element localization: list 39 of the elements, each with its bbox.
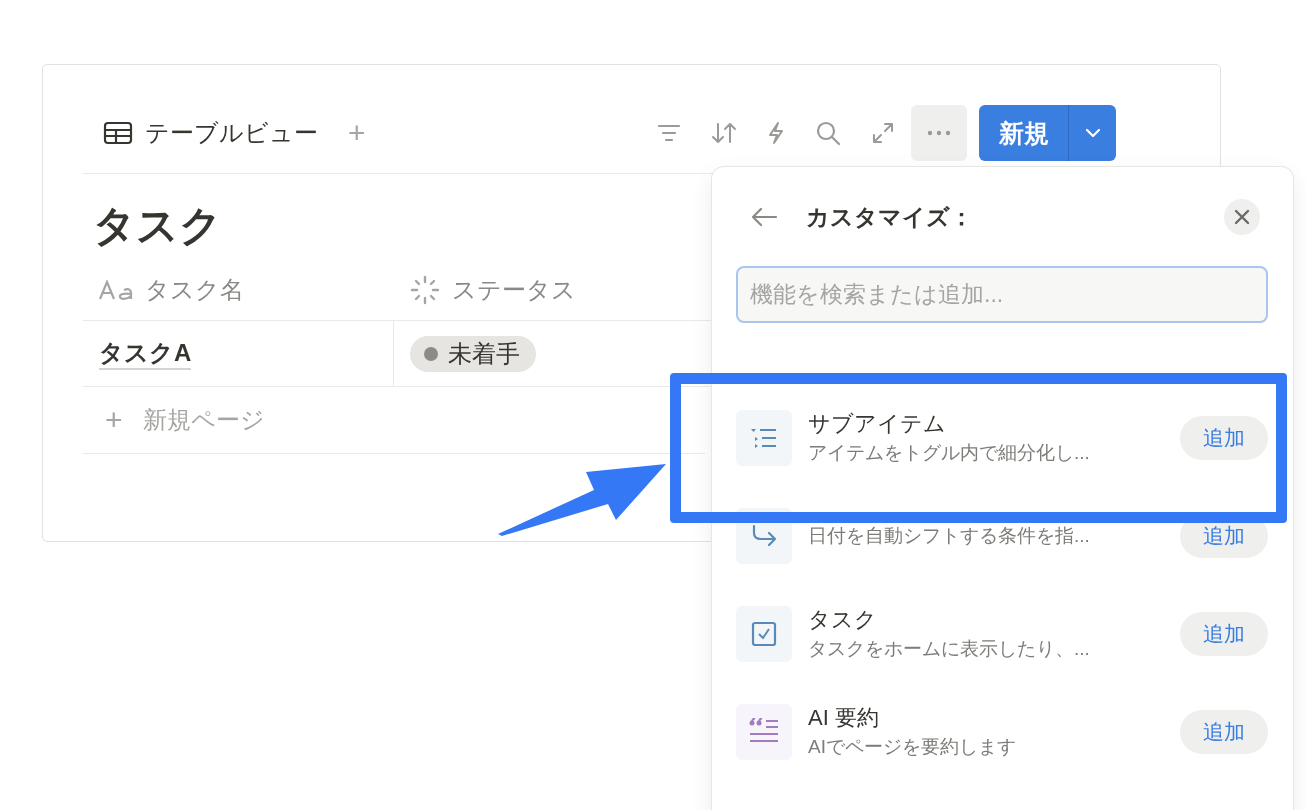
lightning-icon[interactable] (767, 121, 785, 145)
feature-description: AIでページを要約します (808, 735, 1017, 759)
search-icon[interactable] (815, 120, 841, 146)
feature-description: 日付を自動シフトする条件を指... (808, 524, 1091, 548)
sort-icon[interactable] (711, 122, 737, 144)
column-header[interactable]: タスク名 (83, 260, 394, 320)
database-title: タスク (93, 201, 222, 251)
add-button[interactable]: 追加 (1180, 710, 1268, 754)
text-type-icon (99, 280, 133, 300)
feature-title: サブアイテム (808, 410, 947, 438)
new-page-button[interactable]: + 新規ページ (83, 387, 705, 454)
new-button[interactable]: 新規 (979, 105, 1068, 161)
checkbox-icon (751, 621, 777, 647)
feature-title: AI 要約 (808, 704, 880, 732)
close-button[interactable] (1224, 199, 1260, 235)
status-icon (410, 275, 440, 305)
back-arrow-icon[interactable] (750, 206, 778, 228)
feature-description: タスクをホームに表示したり、... (808, 637, 1091, 661)
column-header[interactable]: ステータス (394, 260, 692, 320)
more-icon (927, 130, 951, 136)
add-view-button[interactable]: + (348, 116, 366, 150)
add-button[interactable]: 追加 (1180, 612, 1268, 656)
status-dot-icon (424, 346, 438, 361)
feature-title: タスク (808, 606, 878, 634)
caret-icon (1084, 128, 1101, 138)
filter-icon[interactable] (657, 124, 681, 142)
status-tag[interactable]: 未着手 (410, 335, 536, 372)
table-icon (103, 121, 133, 145)
view-tab[interactable]: テーブルビュー (145, 117, 318, 149)
add-button[interactable]: 追加 (1180, 416, 1268, 460)
task-name[interactable]: タスクA (99, 337, 192, 370)
expand-icon[interactable] (871, 121, 895, 145)
new-dropdown-button[interactable] (1068, 105, 1116, 161)
curved-arrow-icon (751, 524, 777, 548)
search-field[interactable]: 機能を検索または追加... (736, 266, 1268, 323)
list-icon (751, 428, 777, 448)
close-icon (1234, 209, 1250, 225)
feature-description: アイテムをトグル内で細分化し... (808, 441, 1091, 465)
panel-title: カスタマイズ： (806, 202, 974, 232)
